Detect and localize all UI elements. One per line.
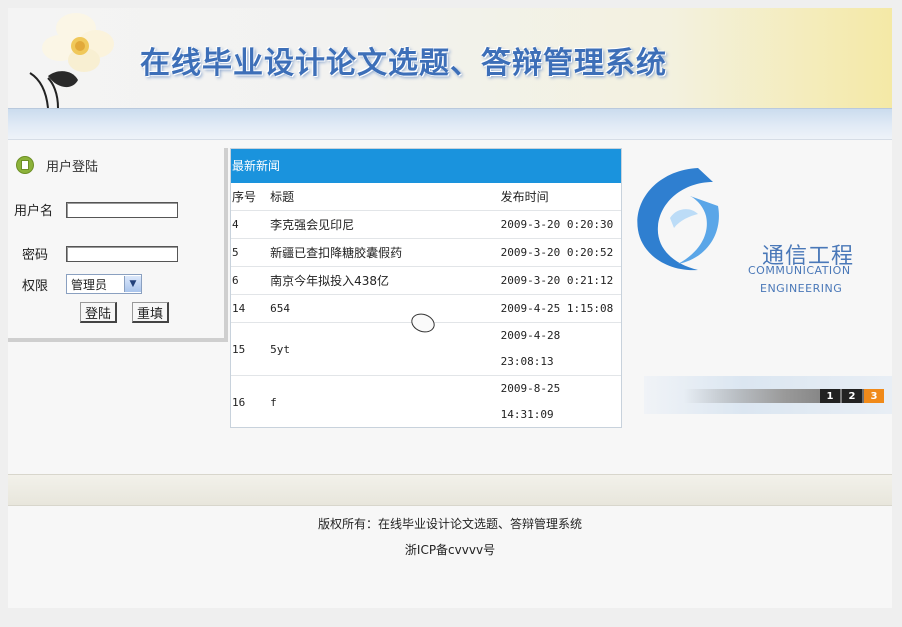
brand-logo: 通信工程 COMMUNICATION ENGINEERING: [628, 156, 892, 336]
slide-pager: 1 2 3: [684, 389, 884, 403]
role-row: 权限 管理员 ▼: [14, 274, 142, 294]
reset-button[interactable]: 重填: [132, 302, 170, 323]
icp-text: 浙ICP备cvvvv号: [404, 543, 496, 557]
username-label: 用户名: [14, 204, 54, 219]
login-heading: 用户登陆: [46, 159, 99, 175]
page: 在线毕业设计论文选题、答辩管理系统 用户登陆 用户名 密码 权限 管理员 ▼ 登…: [8, 8, 892, 608]
nav-bar: [8, 108, 892, 140]
row-time: 2009-4-28 23:08:13: [500, 322, 621, 376]
role-select[interactable]: 管理员 ▼: [66, 274, 142, 294]
news-panel: 最新新闻 序号 标题 发布时间 4 李克强会见印尼 2009-3-20 0:20…: [230, 148, 622, 428]
chevron-down-icon[interactable]: ▼: [124, 276, 141, 292]
row-time: 2009-4-25 1:15:08: [500, 294, 621, 323]
site-title: 在线毕业设计论文选题、答辩管理系统: [140, 46, 667, 81]
password-input[interactable]: [66, 245, 178, 262]
row-title-link[interactable]: f: [270, 376, 501, 429]
footer-bar: [8, 474, 892, 506]
row-id: 15: [231, 322, 271, 376]
row-time-clock: 14:31:09: [500, 408, 554, 421]
login-button[interactable]: 登陆: [80, 302, 118, 323]
column-header-id: 序号: [231, 183, 271, 211]
page-button-1[interactable]: 1: [820, 389, 840, 403]
row-title-link[interactable]: 5yt: [270, 322, 501, 376]
table-row[interactable]: 4 李克强会见印尼 2009-3-20 0:20:30: [231, 210, 621, 239]
header-banner: 在线毕业设计论文选题、答辩管理系统: [8, 8, 892, 108]
row-time-date: 2009-8-25: [500, 382, 561, 395]
row-title-link[interactable]: 新疆已查扣降糖胶囊假药: [270, 238, 501, 267]
table-row[interactable]: 6 南京今年拟投入438亿 2009-3-20 0:21:12: [231, 266, 621, 295]
copyright-text: 版权所有：在线毕业设计论文选题、答辩管理系统: [317, 517, 582, 531]
password-label: 密码: [22, 248, 49, 263]
row-id: 5: [231, 238, 271, 267]
row-title-link[interactable]: 654: [270, 294, 501, 323]
row-time: 2009-3-20 0:21:12: [500, 266, 621, 295]
news-heading: 最新新闻: [231, 149, 621, 183]
role-selected: 管理员: [71, 277, 108, 292]
row-time-date: 2009-4-28: [500, 329, 561, 342]
flower-logo-icon: [29, 13, 114, 108]
table-row[interactable]: 16 f 2009-8-25 14:31:09: [231, 376, 621, 429]
username-input[interactable]: [66, 201, 178, 218]
row-title-link[interactable]: 李克强会见印尼: [270, 210, 501, 239]
row-id: 14: [231, 294, 271, 323]
row-id: 6: [231, 266, 271, 295]
row-id: 16: [232, 395, 246, 409]
password-row: 密码: [14, 244, 178, 263]
row-time: 2009-3-20 0:20:52: [500, 238, 621, 267]
brand-name-en-1: COMMUNICATION: [748, 264, 851, 277]
news-header-row: 序号 标题 发布时间: [231, 183, 621, 211]
login-panel: 用户登陆 用户名 密码 权限 管理员 ▼ 登陆 重填: [8, 148, 228, 342]
row-id: 4: [231, 210, 271, 239]
page-button-3[interactable]: 3: [864, 389, 884, 403]
news-table: 序号 标题 发布时间 4 李克强会见印尼 2009-3-20 0:20:30 5…: [231, 183, 621, 428]
column-header-time: 发布时间: [500, 183, 621, 211]
table-row[interactable]: 5 新疆已查扣降糖胶囊假药 2009-3-20 0:20:52: [231, 238, 621, 267]
row-time: 2009-3-20 0:20:30: [500, 210, 621, 239]
document-icon: [16, 156, 34, 174]
username-row: 用户名: [14, 200, 178, 219]
row-title-link[interactable]: 南京今年拟投入438亿: [270, 266, 501, 295]
role-label: 权限: [22, 278, 49, 294]
column-header-title: 标题: [270, 183, 501, 211]
row-time-clock: 23:08:13: [500, 355, 554, 368]
row-time: 2009-8-25 14:31:09: [501, 376, 621, 429]
page-button-2[interactable]: 2: [842, 389, 862, 403]
brand-name-en-2: ENGINEERING: [760, 282, 843, 295]
login-header: 用户登陆: [16, 155, 98, 175]
swoosh-logo-icon: [637, 168, 719, 271]
